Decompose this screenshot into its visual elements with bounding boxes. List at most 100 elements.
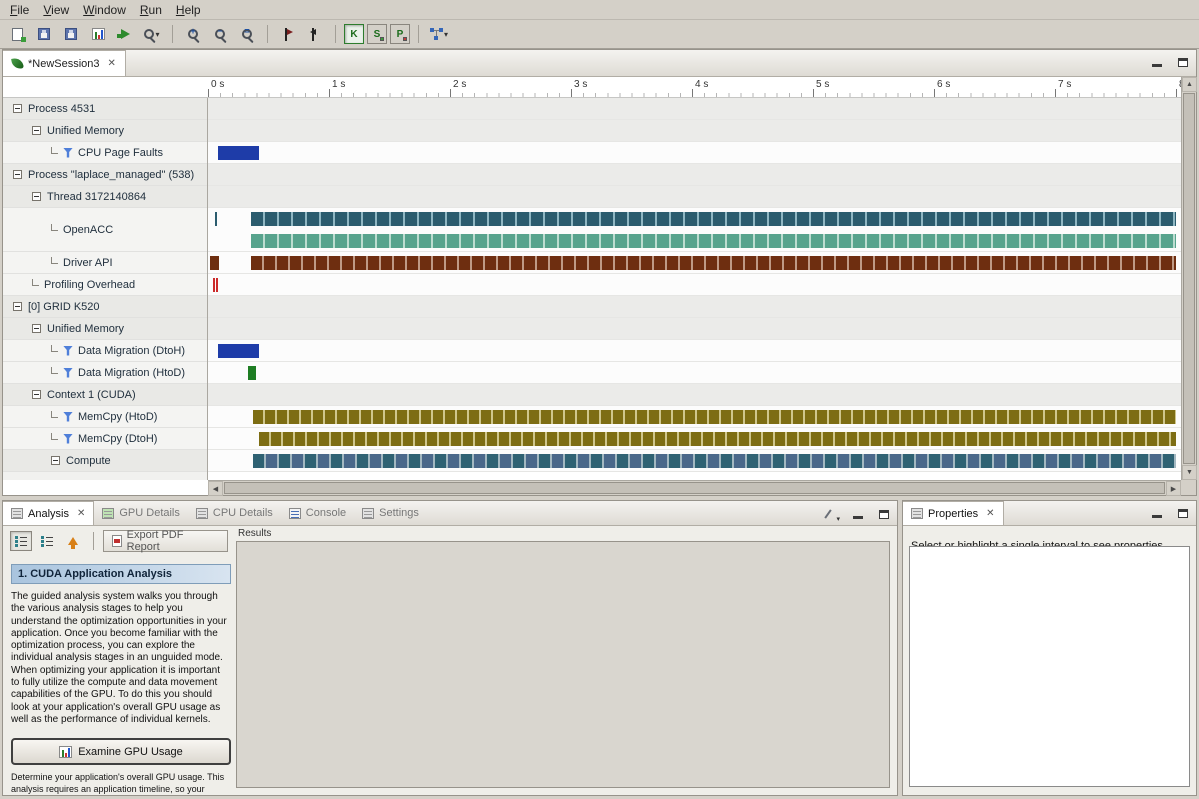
- timeline-interval[interactable]: [218, 344, 259, 358]
- session-tab[interactable]: *NewSession3 ✕: [3, 50, 126, 76]
- row-label-text: Unified Memory: [47, 125, 124, 137]
- filter-icon[interactable]: [63, 346, 73, 356]
- collapse-toggle-icon[interactable]: [32, 324, 41, 333]
- timeline-interval[interactable]: [251, 256, 1176, 270]
- zoom-out-button[interactable]: −: [208, 23, 232, 45]
- tab-analysis[interactable]: Analysis ✕: [3, 501, 94, 525]
- row-label-context-1-cuda[interactable]: Context 1 (CUDA): [3, 384, 207, 406]
- scroll-left-icon[interactable]: ◀: [208, 481, 223, 496]
- analysis-icon: [430, 28, 443, 40]
- horizontal-scrollbar[interactable]: ◀ ▶: [208, 480, 1181, 495]
- show-timeline-button[interactable]: [86, 23, 110, 45]
- timeline-interval[interactable]: [259, 432, 1176, 446]
- timeline-interval[interactable]: [253, 454, 1176, 468]
- export-button[interactable]: [113, 23, 137, 45]
- row-label-process-laplace-managed-538[interactable]: Process "laplace_managed" (538): [3, 164, 207, 186]
- filter-icon[interactable]: [63, 148, 73, 158]
- timeline-interval[interactable]: [253, 410, 1176, 424]
- process-badge-icon: [403, 37, 407, 41]
- menu-view[interactable]: View: [37, 1, 77, 19]
- vertical-scrollbar[interactable]: ▲ ▼: [1181, 77, 1196, 480]
- find-button[interactable]: ▾: [140, 23, 164, 45]
- horizontal-scroll-thumb[interactable]: [224, 482, 1165, 494]
- close-icon[interactable]: ✕: [77, 508, 85, 519]
- row-label-unified-memory[interactable]: Unified Memory: [3, 318, 207, 340]
- scroll-up-icon[interactable]: ▲: [1182, 77, 1197, 92]
- menu-run[interactable]: Run: [134, 1, 170, 19]
- row-label-openacc: OpenACC: [3, 208, 207, 252]
- tab-settings[interactable]: Settings: [354, 501, 427, 525]
- maximize-icon[interactable]: [1178, 509, 1188, 518]
- toggle-stream-button[interactable]: S: [367, 24, 387, 44]
- collapse-toggle-icon[interactable]: [13, 104, 22, 113]
- timeline-interval[interactable]: [216, 278, 218, 292]
- close-icon[interactable]: ✕: [108, 58, 116, 69]
- timeline-track-cpu-page-faults: [208, 142, 1181, 164]
- tree-elbow-icon: [51, 257, 58, 264]
- zoom-fit-button[interactable]: =: [235, 23, 259, 45]
- console-tab-icon: [289, 508, 301, 519]
- row-label-compute[interactable]: Compute: [3, 450, 207, 472]
- tree-elbow-icon: [51, 224, 58, 231]
- maximize-icon[interactable]: [879, 510, 889, 519]
- examine-gpu-usage-button[interactable]: Examine GPU Usage: [11, 738, 231, 765]
- export-pdf-button[interactable]: Export PDF Report: [103, 530, 228, 552]
- timeline-track-context-1-cuda: [208, 384, 1181, 406]
- view-menu-icon[interactable]: [825, 508, 837, 520]
- collapse-toggle-icon[interactable]: [13, 170, 22, 179]
- run-analysis-button[interactable]: ▾: [427, 23, 451, 45]
- gpu-details-tab-icon: [102, 508, 114, 519]
- results-area: Results: [236, 528, 890, 788]
- tab-console[interactable]: Console: [281, 501, 354, 525]
- scroll-down-icon[interactable]: ▼: [1182, 465, 1197, 480]
- next-marker-button[interactable]: [303, 23, 327, 45]
- timeline-interval[interactable]: [213, 278, 215, 292]
- timeline-interval[interactable]: [251, 212, 1176, 226]
- unguided-analysis-button[interactable]: [36, 531, 58, 551]
- toggle-kernel-button[interactable]: K: [344, 24, 364, 44]
- scroll-right-icon[interactable]: ▶: [1166, 481, 1181, 496]
- tab-properties[interactable]: Properties ✕: [903, 501, 1004, 525]
- collapse-toggle-icon[interactable]: [32, 390, 41, 399]
- menu-help[interactable]: Help: [170, 1, 209, 19]
- timeline-interval[interactable]: [248, 366, 256, 380]
- timeline-row-labels: Process 4531Unified MemoryCPU Page Fault…: [3, 98, 208, 480]
- collapse-toggle-icon[interactable]: [32, 126, 41, 135]
- back-button[interactable]: [62, 531, 84, 551]
- filter-icon[interactable]: [63, 434, 73, 444]
- timeline-corner: [3, 77, 208, 98]
- minimize-icon[interactable]: [1152, 64, 1162, 67]
- filter-icon[interactable]: [63, 368, 73, 378]
- bottom-panels: Analysis ✕ GPU Details CPU Details Conso…: [0, 497, 1199, 799]
- minimize-icon[interactable]: [853, 516, 863, 519]
- timeline-interval[interactable]: [215, 212, 217, 226]
- collapse-toggle-icon[interactable]: [51, 456, 60, 465]
- save-session-button[interactable]: [32, 23, 56, 45]
- row-label-driver-api: Driver API: [3, 252, 207, 274]
- collapse-toggle-icon[interactable]: [32, 192, 41, 201]
- row-label-unified-memory[interactable]: Unified Memory: [3, 120, 207, 142]
- guided-analysis-button[interactable]: [10, 531, 32, 551]
- row-label-0-grid-k520[interactable]: [0] GRID K520: [3, 296, 207, 318]
- timeline-interval[interactable]: [218, 146, 259, 160]
- maximize-icon[interactable]: [1178, 58, 1188, 67]
- close-icon[interactable]: ✕: [986, 508, 994, 519]
- filter-icon[interactable]: [63, 412, 73, 422]
- menu-file[interactable]: File: [4, 1, 37, 19]
- timeline-interval[interactable]: [251, 234, 1176, 248]
- timeline-interval[interactable]: [210, 256, 220, 270]
- new-session-button[interactable]: [5, 23, 29, 45]
- save-all-button[interactable]: [59, 23, 83, 45]
- row-label-process-4531[interactable]: Process 4531: [3, 98, 207, 120]
- toggle-process-button[interactable]: P: [390, 24, 410, 44]
- minimize-icon[interactable]: [1152, 515, 1162, 518]
- vertical-scroll-thumb[interactable]: [1183, 93, 1195, 464]
- prev-marker-button[interactable]: [276, 23, 300, 45]
- toolbar-separator: [267, 25, 268, 43]
- menu-window[interactable]: Window: [77, 1, 134, 19]
- tab-cpu-details[interactable]: CPU Details: [188, 501, 281, 525]
- zoom-in-button[interactable]: +: [181, 23, 205, 45]
- tab-gpu-details[interactable]: GPU Details: [94, 501, 188, 525]
- row-label-thread-3172140864[interactable]: Thread 3172140864: [3, 186, 207, 208]
- collapse-toggle-icon[interactable]: [13, 302, 22, 311]
